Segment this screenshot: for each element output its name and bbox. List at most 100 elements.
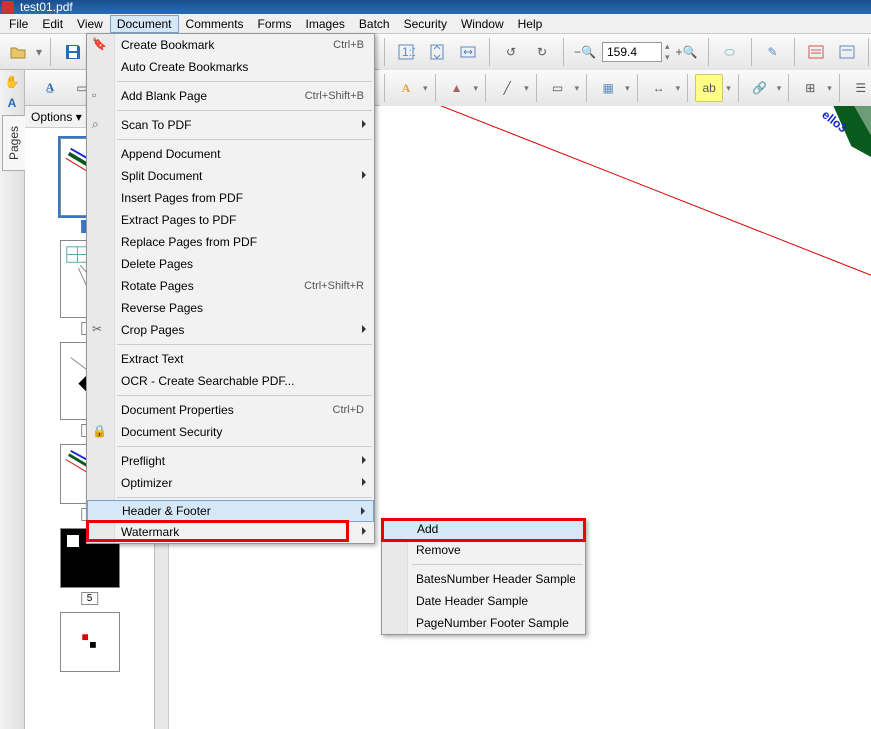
menu-shortcut: Ctrl+Shift+B [305, 90, 364, 102]
chevron-right-icon [362, 456, 366, 464]
document-menu-item-scan-to-pdf[interactable]: Scan To PDF⌕ [87, 114, 374, 136]
document-menu-item-auto-create-bookmarks[interactable]: Auto Create Bookmarks [87, 56, 374, 78]
redact-button[interactable]: ☰ [847, 74, 871, 102]
menu-view[interactable]: View [70, 15, 110, 33]
menu-item-label: Extract Text [121, 352, 364, 366]
textsel-icon[interactable]: A [3, 94, 21, 112]
menu-item-label: Date Header Sample [416, 594, 575, 608]
document-menu-item-create-bookmark[interactable]: Create BookmarkCtrl+B🔖 [87, 34, 374, 56]
menu-item-label: Optimizer [121, 476, 364, 490]
rotate-ccw-button[interactable]: ↺ [497, 38, 525, 66]
menu-item-label: Reverse Pages [121, 301, 364, 315]
form-button[interactable] [802, 38, 830, 66]
menu-item-label: Delete Pages [121, 257, 364, 271]
menu-bar: FileEditViewDocumentCommentsFormsImagesB… [0, 14, 871, 34]
hand-icon[interactable]: ✋ [3, 73, 21, 91]
menu-batch[interactable]: Batch [352, 15, 397, 33]
open-button[interactable] [4, 38, 32, 66]
headerfooter-submenu-item-pagenumber-footer-sample[interactable]: PageNumber Footer Sample [382, 612, 585, 634]
blank-icon: ▫ [92, 88, 108, 104]
menu-images[interactable]: Images [299, 15, 352, 33]
headerfooter-submenu-item-remove[interactable]: Remove [382, 539, 585, 561]
document-menu-item-watermark[interactable]: Watermark [87, 521, 374, 543]
highlight-button[interactable]: ab [695, 74, 723, 102]
headerfooter-submenu-item-date-header-sample[interactable]: Date Header Sample [382, 590, 585, 612]
header-footer-submenu: Add Remove BatesNumber Header Sample Date H… [381, 518, 586, 635]
zoom-value: 159.4 [607, 45, 637, 59]
lock-icon: 🔒 [92, 424, 108, 440]
document-menu-item-extract-text[interactable]: Extract Text [87, 348, 374, 370]
save-button[interactable] [59, 38, 87, 66]
menu-shortcut: Ctrl+Shift+R [304, 280, 364, 292]
menu-item-label: Watermark [121, 525, 364, 539]
fit-width-button[interactable] [454, 38, 482, 66]
menu-edit[interactable]: Edit [35, 15, 70, 33]
shape-button[interactable]: ▭ [544, 74, 572, 102]
document-menu-item-header-footer[interactable]: Header & Footer [87, 500, 374, 522]
app-icon [2, 1, 14, 13]
title-bar: test01.pdf [0, 0, 871, 14]
zoom-out-button[interactable]: −🔍 [571, 38, 599, 66]
menu-item-label: Crop Pages [121, 323, 364, 337]
zoom-input[interactable]: 159.4 [602, 42, 662, 62]
page-thumbnail[interactable] [60, 612, 120, 672]
pages-tab[interactable]: Pages [2, 115, 26, 171]
line-button[interactable]: ╱ [493, 74, 521, 102]
text-annot-button[interactable]: A [392, 74, 420, 102]
menu-item-label: Replace Pages from PDF [121, 235, 364, 249]
document-menu-item-delete-pages[interactable]: Delete Pages [87, 253, 374, 275]
attach-button[interactable]: ⊞ [796, 74, 824, 102]
sign-button[interactable]: ✎ [759, 38, 787, 66]
chevron-right-icon [362, 171, 366, 179]
side-tabstrip: ✋ A Pages [0, 70, 25, 729]
document-menu-item-document-security[interactable]: Document Security 🔒 [87, 421, 374, 443]
chevron-right-icon [362, 325, 366, 333]
link-button[interactable]: 🔗 [746, 74, 774, 102]
rotate-cw-button[interactable]: ↻ [528, 38, 556, 66]
headerfooter-submenu-item-batesnumber-header-sample[interactable]: BatesNumber Header Sample [382, 568, 585, 590]
menu-item-label: Append Document [121, 147, 364, 161]
file-name: test01.pdf [20, 0, 73, 14]
zoom-in-button[interactable]: +🔍 [673, 38, 701, 66]
fit-page-button[interactable] [423, 38, 451, 66]
actual-size-button[interactable]: 1:1 [392, 38, 420, 66]
document-menu-item-reverse-pages[interactable]: Reverse Pages [87, 297, 374, 319]
document-menu-item-append-document[interactable]: Append Document [87, 143, 374, 165]
document-menu-item-add-blank-page[interactable]: Add Blank PageCtrl+Shift+B▫ [87, 85, 374, 107]
document-menu-item-ocr-create-searchable-pdf-[interactable]: OCR - Create Searchable PDF... [87, 370, 374, 392]
menu-item-label: Remove [416, 543, 575, 557]
form2-button[interactable] [833, 38, 861, 66]
menu-item-label: Document Security [121, 425, 364, 439]
scan-button[interactable]: ⬭ [716, 38, 744, 66]
menu-item-label: BatesNumber Header Sample [416, 572, 575, 586]
text-select-button[interactable]: A̲ [36, 74, 64, 102]
menu-file[interactable]: File [2, 15, 35, 33]
menu-item-label: Create Bookmark [121, 38, 323, 52]
menu-item-label: Scan To PDF [121, 118, 364, 132]
toolbar-view-controls: 1:1 ↺ ↻ −🔍 159.4 ▴▾ +🔍 ⬭ ✎ ⌕ [380, 34, 871, 70]
area-button[interactable]: ▦ [594, 74, 622, 102]
menu-help[interactable]: Help [511, 15, 550, 33]
document-menu-item-document-properties[interactable]: Document PropertiesCtrl+D [87, 399, 374, 421]
menu-comments[interactable]: Comments [179, 15, 251, 33]
menu-item-label: Add [417, 522, 574, 536]
menu-security[interactable]: Security [397, 15, 454, 33]
headerfooter-submenu-item-add[interactable]: Add [382, 518, 585, 540]
stamp-button[interactable]: ▲ [443, 74, 471, 102]
menu-document[interactable]: Document [110, 15, 179, 33]
menu-forms[interactable]: Forms [251, 15, 299, 33]
document-menu-item-rotate-pages[interactable]: Rotate Pages Ctrl+Shift+R [87, 275, 374, 297]
measure-button[interactable]: ↔ [645, 74, 673, 102]
document-menu-item-extract-pages-to-pdf[interactable]: Extract Pages to PDF [87, 209, 374, 231]
document-menu-item-preflight[interactable]: Preflight [87, 450, 374, 472]
toolbar-annot-right: A ▾ ▲ ▾ ╱ ▾ ▭ ▾ ▦ ▾ ↔ ▾ ab ▾ 🔗 ▾ ⊞ ▾ ☰ [380, 70, 871, 106]
document-menu-item-optimizer[interactable]: Optimizer [87, 472, 374, 494]
document-menu-item-split-document[interactable]: Split Document [87, 165, 374, 187]
chevron-right-icon [362, 478, 366, 486]
menu-window[interactable]: Window [454, 15, 511, 33]
document-menu-item-insert-pages-from-pdf[interactable]: Insert Pages from PDF [87, 187, 374, 209]
document-menu-item-replace-pages-from-pdf[interactable]: Replace Pages from PDF [87, 231, 374, 253]
document-menu-item-crop-pages[interactable]: Crop Pages✂ [87, 319, 374, 341]
thumbnail-number: 5 [81, 592, 99, 605]
menu-item-label: Rotate Pages [121, 279, 294, 293]
